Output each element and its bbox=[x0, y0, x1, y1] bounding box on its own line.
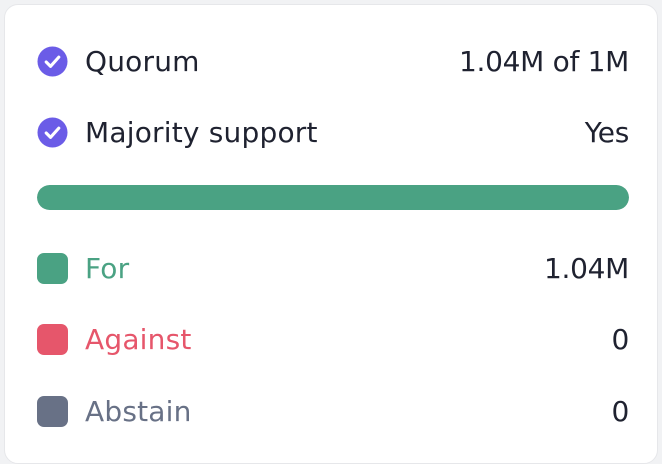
against-value: 0 bbox=[611, 322, 629, 356]
against-label: Against bbox=[85, 322, 192, 356]
for-label: For bbox=[85, 251, 130, 285]
abstain-label: Abstain bbox=[85, 394, 192, 428]
majority-support-label: Majority support bbox=[85, 115, 318, 149]
abstain-swatch bbox=[37, 395, 68, 427]
check-circle-icon bbox=[37, 116, 68, 148]
majority-support-value: Yes bbox=[584, 115, 630, 149]
quorum-row: Quorum 1.04M of 1M bbox=[37, 41, 629, 81]
majority-support-row: Majority support Yes bbox=[37, 112, 629, 152]
quorum-label: Quorum bbox=[85, 44, 200, 78]
quorum-value: 1.04M of 1M bbox=[459, 44, 629, 78]
abstain-row: Abstain 0 bbox=[37, 391, 629, 431]
vote-progress-bar bbox=[37, 185, 629, 210]
abstain-value: 0 bbox=[611, 394, 629, 428]
for-value: 1.04M bbox=[543, 251, 629, 285]
against-row: Against 0 bbox=[37, 319, 629, 359]
for-row: For 1.04M bbox=[37, 248, 629, 288]
vote-progress-for-fill bbox=[37, 185, 629, 210]
against-swatch bbox=[37, 323, 68, 355]
check-circle-icon bbox=[37, 45, 68, 77]
vote-results-card: Quorum 1.04M of 1M Majority support Yes … bbox=[4, 4, 658, 464]
for-swatch bbox=[37, 252, 68, 284]
